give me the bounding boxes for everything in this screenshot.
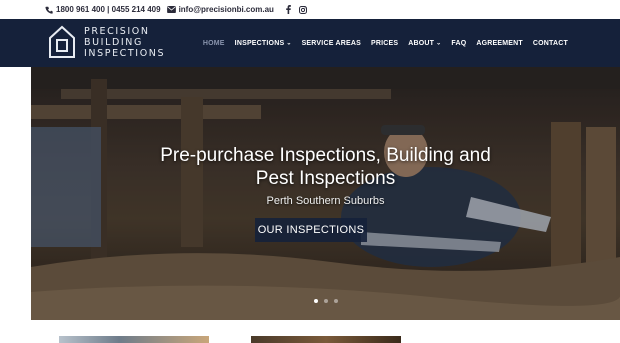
slider-dot[interactable] xyxy=(333,299,338,303)
service-thumbnail[interactable] xyxy=(59,336,209,343)
email-address: info@precisionbi.com.au xyxy=(178,5,274,14)
nav-contact[interactable]: CONTACT xyxy=(533,40,568,47)
nav-agreement-label: AGREEMENT xyxy=(476,39,523,47)
nav-about-label: ABOUT xyxy=(408,39,435,47)
hero-title-line-1: Pre-purchase Inspections, Building and xyxy=(160,145,491,166)
nav-prices[interactable]: PRICES xyxy=(371,40,398,47)
nav-faq[interactable]: FAQ xyxy=(451,40,466,47)
hero-title-line-2: Pest Inspections xyxy=(255,168,396,189)
service-thumbnail[interactable] xyxy=(251,336,401,343)
hero-title: Pre-purchase Inspections, Building and P… xyxy=(31,144,620,190)
phone-numbers: 1800 961 400 | 0455 214 409 xyxy=(56,5,161,14)
nav-prices-label: PRICES xyxy=(370,39,399,47)
facebook-icon[interactable] xyxy=(286,5,291,14)
nav-about[interactable]: ABOUT ⌄ xyxy=(408,40,441,47)
top-bar: 1800 961 400 | 0455 214 409 info@precisi… xyxy=(0,0,620,19)
nav-contact-label: CONTACT xyxy=(532,39,568,47)
site-header: PRECISION BUILDING INSPECTIONS HOME INSP… xyxy=(0,19,620,67)
slider-dot[interactable] xyxy=(323,299,328,303)
nav-inspections-label: INSPECTIONS xyxy=(234,39,285,47)
chevron-down-icon: ⌄ xyxy=(286,40,292,46)
main-nav: HOME INSPECTIONS ⌄ SERVICE AREAS PRICES A… xyxy=(203,19,568,67)
brand-line-1: PRECISION xyxy=(84,25,150,37)
our-inspections-button[interactable]: OUR INSPECTIONS xyxy=(255,218,367,242)
nav-home[interactable]: HOME xyxy=(203,40,225,47)
chevron-down-icon: ⌄ xyxy=(436,40,442,46)
brand-name: PRECISION BUILDING INSPECTIONS xyxy=(84,26,165,59)
slider-dots xyxy=(31,299,620,303)
site-logo[interactable]: PRECISION BUILDING INSPECTIONS xyxy=(48,25,165,59)
nav-agreement[interactable]: AGREEMENT xyxy=(476,40,523,47)
nav-inspections[interactable]: INSPECTIONS ⌄ xyxy=(235,40,292,47)
phone-contact[interactable]: 1800 961 400 | 0455 214 409 xyxy=(45,5,161,14)
phone-icon xyxy=(45,6,53,14)
nav-home-label: HOME xyxy=(202,39,225,47)
instagram-icon[interactable] xyxy=(298,5,307,14)
nav-faq-label: FAQ xyxy=(451,39,467,47)
nav-service-areas[interactable]: SERVICE AREAS xyxy=(302,40,361,47)
slider-dot[interactable] xyxy=(313,299,318,303)
hero-subtitle: Perth Southern Suburbs xyxy=(266,195,385,207)
brand-line-3: INSPECTIONS xyxy=(84,47,166,59)
hero-slider: Pre-purchase Inspections, Building and P… xyxy=(31,67,620,320)
brand-line-2: BUILDING xyxy=(84,36,143,48)
email-icon xyxy=(166,6,176,13)
house-logo-icon xyxy=(49,25,75,58)
hero-overlay xyxy=(31,67,620,320)
email-contact[interactable]: info@precisionbi.com.au xyxy=(166,5,274,14)
nav-service-areas-label: SERVICE AREAS xyxy=(301,39,361,47)
